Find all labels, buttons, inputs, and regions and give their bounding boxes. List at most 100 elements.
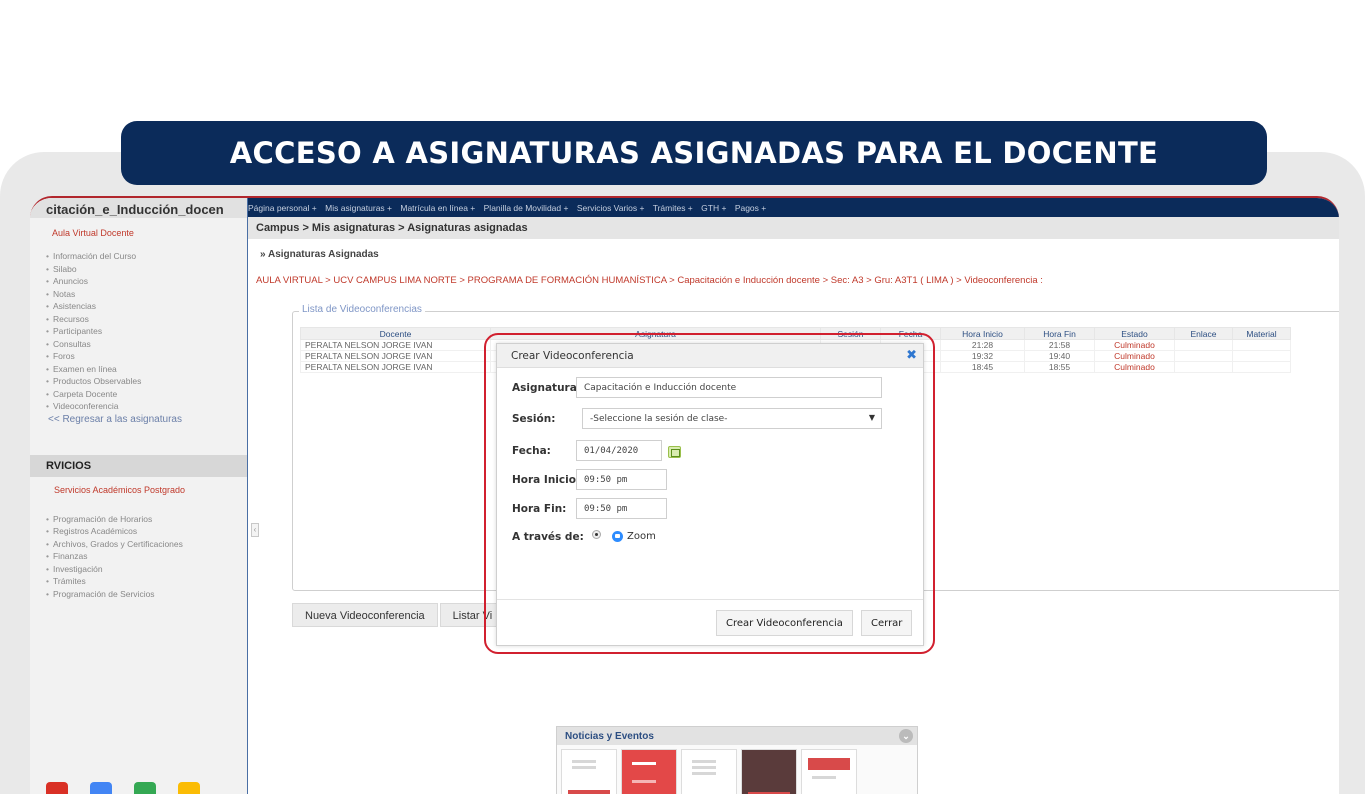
cell-hora-fin: 19:40	[1024, 350, 1095, 362]
sidebar-item-silabo[interactable]: Silabo	[46, 263, 247, 276]
cell-material	[1232, 361, 1291, 373]
menu-gth[interactable]: GTH +	[701, 203, 726, 213]
cell-docente: PERALTA NELSON JORGE IVAN	[300, 339, 491, 351]
hora-fin-field[interactable]: 09:50 pm	[576, 498, 667, 519]
menu-pagos[interactable]: Pagos +	[735, 203, 766, 213]
cell-docente: PERALTA NELSON JORGE IVAN	[300, 361, 491, 373]
services-section-title: RVICIOS	[30, 454, 247, 477]
sidebar-item-registros[interactable]: Registros Académicos	[46, 525, 247, 538]
cell-hora-fin: 18:55	[1024, 361, 1095, 373]
gmail-icon[interactable]	[46, 782, 68, 794]
hora-fin-label: Hora Fin:	[512, 503, 567, 515]
sidebar-item-asistencias[interactable]: Asistencias	[46, 300, 247, 313]
menu-mis-asignaturas[interactable]: Mis asignaturas +	[325, 203, 392, 213]
menu-matricula[interactable]: Matrícula en línea +	[400, 203, 475, 213]
news-thumbnails	[557, 745, 917, 794]
news-thumb[interactable]	[561, 749, 617, 794]
sidebar-item-notas[interactable]: Notas	[46, 288, 247, 301]
fecha-label: Fecha:	[512, 445, 551, 457]
news-title: Noticias y Eventos ⌄	[557, 727, 917, 745]
col-hora-inicio: Hora Inicio	[940, 327, 1025, 340]
hora-inicio-label: Hora Inicio:	[512, 474, 581, 486]
calendar-icon[interactable]	[668, 446, 681, 458]
dialog-title: Crear Videoconferencia	[511, 350, 634, 362]
new-videoconference-button[interactable]: Nueva Videoconferencia	[292, 603, 438, 627]
sesion-label: Sesión:	[512, 413, 556, 425]
news-thumb[interactable]	[681, 749, 737, 794]
top-menu: Página personal + Mis asignaturas + Matr…	[248, 198, 1339, 217]
sidebar-item-finanzas[interactable]: Finanzas	[46, 550, 247, 563]
sidebar-item-anuncios[interactable]: Anuncios	[46, 275, 247, 288]
sidebar: citación_e_Inducción_docen Aula Virtual …	[30, 198, 248, 794]
sidebar-item-horarios[interactable]: Programación de Horarios	[46, 513, 247, 526]
sidebar-item-carpeta[interactable]: Carpeta Docente	[46, 388, 247, 401]
close-button[interactable]: Cerrar	[861, 610, 913, 636]
cell-enlace	[1174, 339, 1233, 351]
news-thumb[interactable]	[621, 749, 677, 794]
radio-icon[interactable]	[592, 530, 601, 539]
services-menu: Programación de Horarios Registros Acadé…	[30, 513, 247, 601]
sesion-select[interactable]: -Seleccione la sesión de clase-	[582, 408, 882, 429]
menu-pagina-personal[interactable]: Página personal +	[248, 203, 317, 213]
course-path: AULA VIRTUAL > UCV CAMPUS LIMA NORTE > P…	[256, 275, 1043, 286]
sidebar-item-recursos[interactable]: Recursos	[46, 313, 247, 326]
cell-enlace	[1174, 350, 1233, 362]
col-estado: Estado	[1094, 327, 1175, 340]
menu-movilidad[interactable]: Planilla de Movilidad +	[484, 203, 569, 213]
close-icon[interactable]: ✖	[906, 348, 917, 363]
zoom-option-label[interactable]: Zoom	[627, 531, 656, 542]
news-thumb[interactable]	[801, 749, 857, 794]
asignatura-label: Asignatura:	[512, 382, 582, 394]
sidebar-item-archivos[interactable]: Archivos, Grados y Certificaciones	[46, 538, 247, 551]
asignatura-field[interactable]: Capacitación e Inducción docente	[576, 377, 882, 398]
cell-material	[1232, 339, 1291, 351]
sidebar-item-informacion[interactable]: Información del Curso	[46, 250, 247, 263]
via-label: A través de:	[512, 531, 584, 543]
news-panel: Noticias y Eventos ⌄	[556, 726, 918, 794]
sidebar-subtitle: Aula Virtual Docente	[52, 228, 134, 238]
cell-docente: PERALTA NELSON JORGE IVAN	[300, 350, 491, 362]
sidebar-menu: Información del Curso Silabo Anuncios No…	[30, 250, 247, 413]
create-videoconference-button[interactable]: Crear Videoconferencia	[716, 610, 853, 636]
sidebar-item-programacion[interactable]: Programación de Servicios	[46, 588, 247, 601]
hora-inicio-field[interactable]: 09:50 pm	[576, 469, 667, 490]
news-title-text: Noticias y Eventos	[565, 731, 654, 742]
cell-estado: Culminado	[1094, 339, 1175, 351]
chevron-down-icon[interactable]: ⌄	[899, 729, 913, 743]
sidebar-item-examen[interactable]: Examen en línea	[46, 363, 247, 376]
sidebar-item-investigacion[interactable]: Investigación	[46, 563, 247, 576]
cell-estado: Culminado	[1094, 361, 1175, 373]
news-thumb[interactable]	[741, 749, 797, 794]
cell-hora-inicio: 19:32	[940, 350, 1025, 362]
course-title: citación_e_Inducción_docen	[30, 198, 247, 218]
app-dock	[46, 782, 200, 794]
sidebar-item-tramites[interactable]: Trámites	[46, 575, 247, 588]
col-docente: Docente	[300, 327, 491, 340]
col-material: Material	[1232, 327, 1291, 340]
breadcrumb: Campus > Mis asignaturas > Asignaturas a…	[248, 217, 1339, 239]
sesion-selected-value: -Seleccione la sesión de clase-	[590, 414, 728, 424]
fecha-field[interactable]: 01/04/2020	[576, 440, 662, 461]
action-buttons: Nueva Videoconferencia Listar Vi	[292, 603, 507, 627]
menu-tramites[interactable]: Trámites +	[653, 203, 693, 213]
zoom-icon	[612, 531, 623, 542]
cell-material	[1232, 350, 1291, 362]
cell-enlace	[1174, 361, 1233, 373]
menu-servicios[interactable]: Servicios Varios +	[577, 203, 645, 213]
col-hora-fin: Hora Fin	[1024, 327, 1095, 340]
sidebar-item-videoconferencia[interactable]: Videoconferencia	[46, 400, 247, 413]
col-enlace: Enlace	[1174, 327, 1233, 340]
drive-icon[interactable]	[134, 782, 156, 794]
services-subtitle: Servicios Académicos Postgrado	[54, 484, 186, 495]
back-link[interactable]: << Regresar a las asignaturas	[30, 414, 247, 425]
keep-icon[interactable]	[178, 782, 200, 794]
sidebar-item-consultas[interactable]: Consultas	[46, 338, 247, 351]
sidebar-item-productos[interactable]: Productos Observables	[46, 375, 247, 388]
sidebar-item-foros[interactable]: Foros	[46, 350, 247, 363]
cell-hora-inicio: 21:28	[940, 339, 1025, 351]
docs-icon[interactable]	[90, 782, 112, 794]
banner-title: ACCESO A ASIGNATURAS ASIGNADAS PARA EL D…	[121, 121, 1267, 185]
dialog-header: Crear Videoconferencia ✖	[497, 344, 923, 368]
sidebar-item-participantes[interactable]: Participantes	[46, 325, 247, 338]
list-legend: Lista de Videoconferencias	[299, 304, 425, 315]
